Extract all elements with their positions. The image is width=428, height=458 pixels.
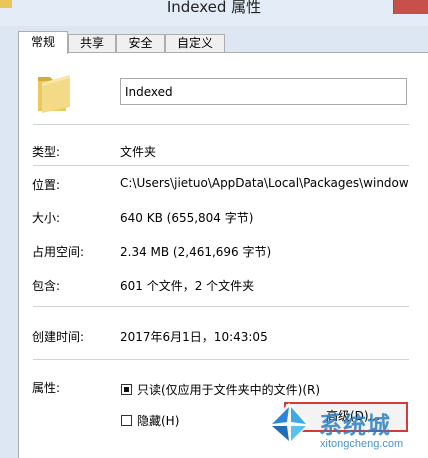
location-value: C:\Users\jietuo\AppData\Local\Packages\w… [120,176,408,190]
separator [33,124,409,125]
created-value: 2017年6月1日，10:43:05 [120,330,268,344]
type-label: 类型: [32,145,61,159]
tab-security[interactable]: 安全 [116,34,165,52]
created-label: 创建时间: [32,330,85,344]
size-value: 640 KB (655,804 字节) [120,211,254,225]
separator [33,306,409,307]
watermark-brand: 系统城 [319,413,391,439]
contains-value: 601 个文件，2 个文件夹 [120,279,255,293]
readonly-label[interactable]: 只读(仅应用于文件夹中的文件)(R) [137,381,320,398]
size-label: 大小: [32,211,61,225]
attributes-label: 属性: [32,381,61,395]
hidden-checkbox[interactable] [121,415,132,426]
close-button[interactable] [393,0,428,14]
title-bar: Indexed 属性 [0,0,428,26]
tab-customize[interactable]: 自定义 [165,34,225,52]
hidden-label[interactable]: 隐藏(H) [137,412,179,429]
watermark-url: xitongcheng.com [320,438,404,450]
tab-sharing[interactable]: 共享 [68,34,116,52]
xitongcheng-logo-icon [268,403,310,445]
folder-icon [38,75,70,113]
separator [33,359,409,360]
disk-size-value: 2.34 MB (2,461,696 字节) [120,245,272,259]
general-panel: 类型: 文件夹 位置: C:\Users\jietuo\AppData\Loca… [18,52,428,458]
type-value: 文件夹 [120,145,157,159]
disk-size-label: 占用空间: [32,245,85,259]
readonly-checkbox[interactable] [121,384,132,395]
folder-name-input[interactable] [120,78,407,105]
contains-label: 包含: [32,279,61,293]
tab-general[interactable]: 常规 [18,31,68,54]
window-title: Indexed 属性 [166,0,262,16]
separator [33,165,409,166]
location-label: 位置: [32,178,61,192]
